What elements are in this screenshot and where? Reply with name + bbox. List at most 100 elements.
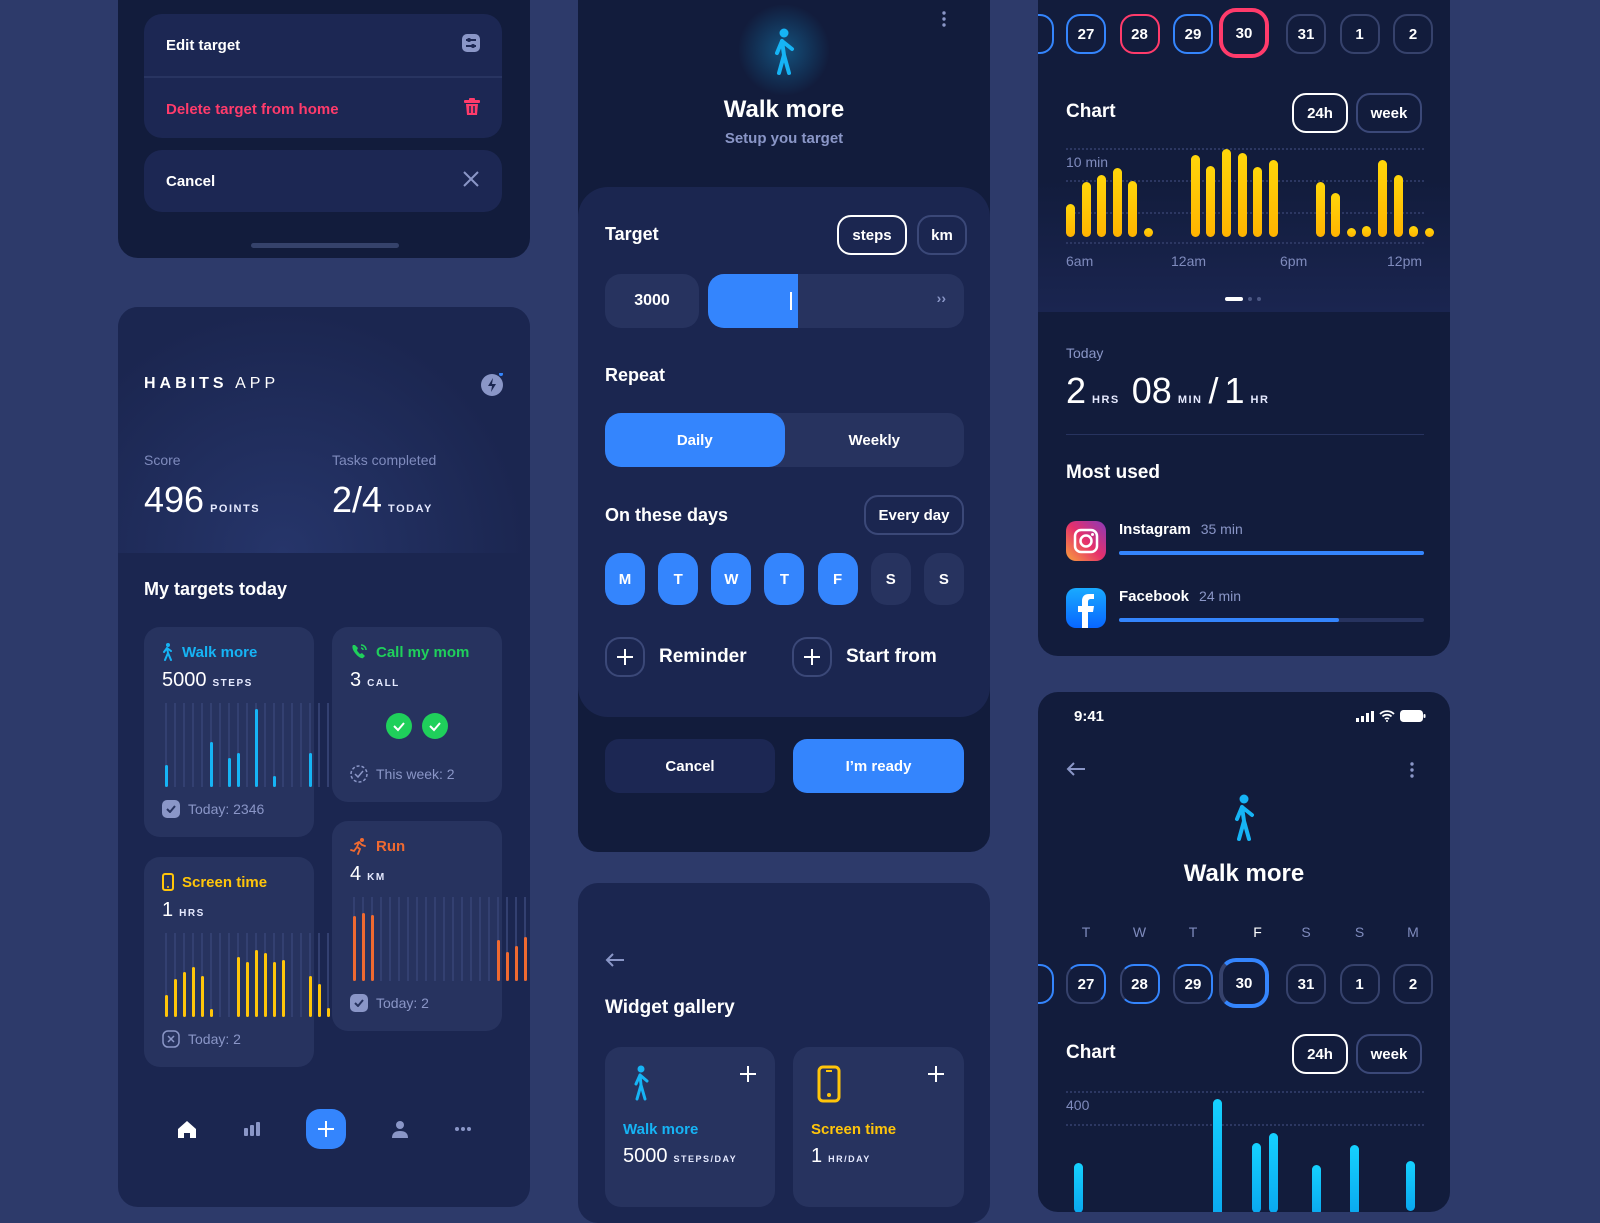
chart-column <box>431 897 440 981</box>
add-button[interactable] <box>305 1109 346 1149</box>
add-widget-icon[interactable] <box>927 1065 945 1083</box>
date-item[interactable]: 28 <box>1119 14 1160 54</box>
chart-bar <box>237 956 240 1017</box>
unit-steps-button[interactable]: steps <box>837 215 907 255</box>
app-row-facebook[interactable]: Facebook 24 min <box>1066 588 1424 632</box>
screen-card[interactable]: Screen time 1 HRS Today: 2 <box>144 857 375 1067</box>
day-toggle[interactable]: T <box>658 553 699 605</box>
kebab-menu-icon[interactable] <box>1410 762 1414 778</box>
walk-card[interactable]: Walk more 5000 STEPS Today: 2346 <box>144 627 365 837</box>
run-title-text: Run <box>376 837 406 855</box>
page-dot[interactable] <box>1248 297 1252 301</box>
target-slider[interactable]: ›› <box>708 274 964 328</box>
grid-line <box>1066 1124 1424 1126</box>
edit-target-item[interactable]: Edit target <box>144 14 502 76</box>
repeat-weekly-button[interactable]: Weekly <box>785 413 965 467</box>
stats-icon[interactable] <box>243 1122 260 1136</box>
chart-column <box>458 897 467 981</box>
chevron-double-right-icon: ›› <box>936 290 946 306</box>
page-dot-active[interactable] <box>1225 297 1243 301</box>
range-24h-button[interactable]: 24h <box>1292 93 1348 133</box>
date-item[interactable]: 27 <box>1066 964 1106 1004</box>
date-item[interactable]: 30 <box>1219 958 1269 1008</box>
reminder-button[interactable]: Reminder <box>605 637 747 677</box>
profile-icon[interactable] <box>392 1120 409 1138</box>
boost-button[interactable] <box>480 372 504 397</box>
date-item[interactable]: 1 <box>1339 14 1380 54</box>
day-toggle[interactable]: M <box>605 553 645 605</box>
setup-cancel-button[interactable]: Cancel <box>605 739 775 793</box>
steps-chart: 400 <box>1066 1091 1424 1212</box>
usage-bar <box>1097 175 1107 237</box>
back-arrow-icon[interactable] <box>1066 761 1086 777</box>
date-item[interactable]: 2 <box>1393 14 1433 54</box>
day-toggle[interactable]: S <box>923 553 964 605</box>
day-toggle[interactable]: F <box>817 553 858 605</box>
home-icon[interactable] <box>177 1120 197 1138</box>
chart-bar <box>210 1009 213 1017</box>
range-24h-button[interactable]: 24h <box>1292 1034 1348 1074</box>
start-from-button[interactable]: Start from <box>792 637 937 677</box>
usage-bar <box>1378 159 1387 237</box>
ready-button[interactable]: I’m ready <box>793 739 964 793</box>
day-toggle[interactable]: T <box>764 553 805 605</box>
score-label: Score <box>144 452 181 468</box>
section-title: My targets today <box>144 579 288 599</box>
checkbox-checked-icon <box>350 994 368 1012</box>
repeat-daily-button[interactable]: Daily <box>605 413 785 467</box>
sliders-icon <box>462 34 480 56</box>
chart-label: Chart <box>1066 101 1116 122</box>
detail-range-toggle: 24h week <box>1292 1034 1422 1074</box>
date-item[interactable]: 31 <box>1286 14 1326 54</box>
back-arrow-icon[interactable] <box>605 952 625 968</box>
min-unit: MIN <box>1177 394 1203 406</box>
range-week-button[interactable]: week <box>1356 93 1422 133</box>
widget-screen[interactable]: Screen time 1 HR/DAY <box>793 1047 964 1207</box>
run-card[interactable]: Run 4 KM Today: 2 <box>332 821 527 1031</box>
steps-bar <box>1213 1099 1222 1212</box>
chart-column <box>350 897 359 981</box>
add-widget-icon[interactable] <box>739 1065 757 1083</box>
slider-handle[interactable] <box>789 292 792 310</box>
widget-walk[interactable]: Walk more 5000 STEPS/DAY <box>605 1047 775 1207</box>
chart-bar <box>192 966 195 1017</box>
date-partial[interactable] <box>1038 964 1054 1004</box>
target-value-field[interactable]: 3000 <box>605 274 699 328</box>
kebab-menu-icon[interactable] <box>942 11 946 27</box>
range-week-button[interactable]: week <box>1356 1034 1422 1074</box>
usage-bar <box>1081 182 1091 237</box>
date-item[interactable]: 30 <box>1219 8 1269 58</box>
chart-column <box>288 933 297 1017</box>
page-dot[interactable] <box>1257 297 1261 301</box>
date-item[interactable]: 2 <box>1393 964 1433 1004</box>
cancel-item[interactable]: Cancel <box>144 150 502 212</box>
date-item[interactable]: 29 <box>1173 14 1213 54</box>
walk-footer-text: Today: 2346 <box>188 801 265 817</box>
usage-bar <box>1144 228 1153 237</box>
phone-device-icon <box>817 1065 841 1103</box>
call-card[interactable]: Call my mom 3 CALL This week: 2 <box>332 627 502 802</box>
delete-target-item[interactable]: Delete target from home <box>144 78 502 140</box>
chart-column <box>306 703 315 787</box>
date-item[interactable]: 27 <box>1066 14 1106 54</box>
every-day-button[interactable]: Every day <box>864 495 964 535</box>
date-item[interactable]: 28 <box>1119 964 1160 1004</box>
app-time: 35 min <box>1200 521 1243 537</box>
steps-bar <box>1406 1161 1415 1211</box>
usage-bar <box>1268 160 1278 237</box>
more-icon[interactable] <box>454 1127 471 1131</box>
app-row-instagram[interactable]: Instagram 35 min <box>1066 521 1424 565</box>
unit-km-button[interactable]: km <box>917 215 967 255</box>
today-usage: 2 HRS 08 MIN / 1 HR <box>1066 370 1269 412</box>
date-item[interactable]: 1 <box>1339 964 1380 1004</box>
run-value: 4 KM <box>350 863 386 886</box>
date-item[interactable]: 31 <box>1286 964 1326 1004</box>
day-toggle[interactable]: W <box>711 553 752 605</box>
chart-bar <box>264 953 267 1017</box>
usage-bar <box>1362 226 1372 237</box>
days-row: MTWTFSS <box>605 553 964 605</box>
day-toggle[interactable]: S <box>870 553 911 605</box>
date-item[interactable]: 29 <box>1173 964 1213 1004</box>
run-card-title: Run <box>350 837 405 855</box>
days-label: On these days <box>605 505 729 525</box>
